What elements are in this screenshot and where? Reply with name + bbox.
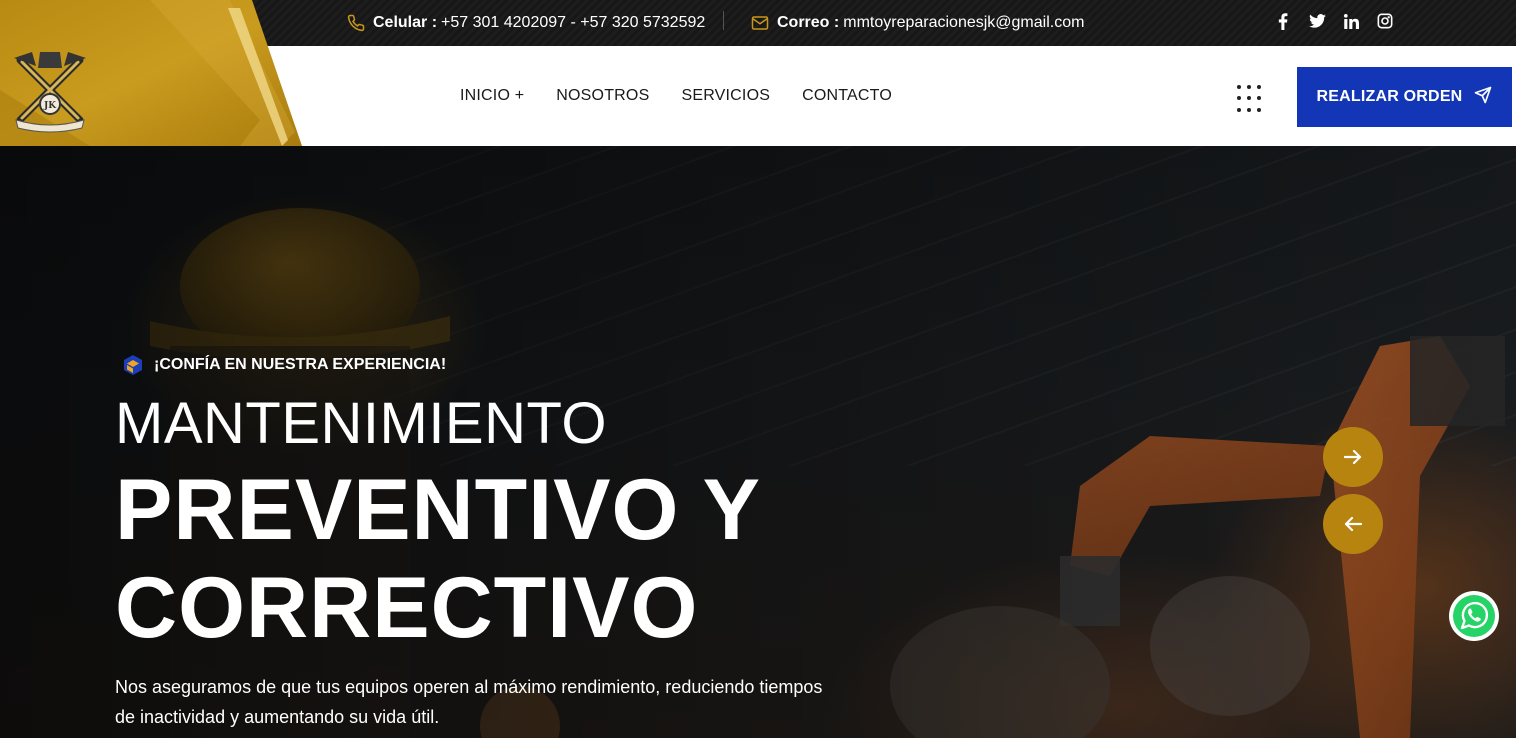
nav-item-servicios[interactable]: SERVICIOS	[681, 87, 770, 105]
dot	[1257, 107, 1261, 112]
email-label: Correo :	[777, 14, 840, 31]
dots-menu-icon[interactable]	[1237, 85, 1265, 113]
phone-value[interactable]: +57 301 4202097 - +57 320 5732592	[441, 14, 705, 32]
dot	[1247, 96, 1251, 101]
dot	[1247, 85, 1251, 89]
dot	[1257, 85, 1261, 89]
phone-icon	[347, 14, 365, 32]
svg-text:JK: JK	[43, 101, 57, 111]
hero-description: Nos aseguramos de que tus equipos operen…	[115, 677, 823, 727]
nav-item-nosotros[interactable]: NOSOTROS	[556, 87, 649, 105]
hero-title-line3: CORRECTIVO	[115, 560, 699, 656]
arrow-right-icon	[1344, 450, 1362, 464]
instagram-icon[interactable]	[1368, 13, 1402, 29]
main-nav: INICIO + NOSOTROS SERVICIOS CONTACTO	[460, 46, 892, 146]
topbar-divider	[723, 11, 724, 30]
nav-item-inicio[interactable]: INICIO +	[460, 87, 524, 105]
company-logo[interactable]: JK	[10, 48, 90, 134]
mail-icon	[751, 15, 769, 31]
slider-next-button[interactable]	[1323, 427, 1383, 487]
phone-contact[interactable]: Celular : +57 301 4202097 - +57 320 5732…	[347, 0, 705, 46]
order-button-label: REALIZAR ORDEN	[1316, 88, 1463, 105]
social-links	[1266, 0, 1402, 42]
order-button[interactable]: REALIZAR ORDEN	[1297, 67, 1512, 127]
whatsapp-icon[interactable]	[1448, 590, 1500, 642]
tagline-badge-icon	[124, 355, 142, 375]
email-contact[interactable]: Correo : mmtoyreparacionesjk@gmail.com	[751, 0, 1084, 46]
phone-label: Celular :	[373, 14, 438, 31]
hero-title-line1: MANTENIMIENTO	[115, 391, 607, 456]
dot	[1247, 107, 1251, 112]
nav-item-contacto[interactable]: CONTACTO	[802, 87, 892, 105]
dot	[1237, 96, 1241, 101]
twitter-icon[interactable]	[1300, 14, 1334, 28]
dot	[1237, 85, 1241, 89]
arrow-left-icon	[1344, 517, 1362, 531]
hero-tagline: ¡CONFÍA EN NUESTRA EXPERIENCIA!	[122, 354, 446, 376]
tagline-text: ¡CONFÍA EN NUESTRA EXPERIENCIA!	[154, 356, 447, 373]
dot	[1257, 96, 1261, 101]
facebook-icon[interactable]	[1266, 12, 1300, 30]
email-value[interactable]: mmtoyreparacionesjk@gmail.com	[843, 14, 1084, 32]
paper-plane-icon	[1474, 86, 1492, 109]
slider-prev-button[interactable]	[1323, 494, 1383, 554]
hero-title-line2: PREVENTIVO Y	[115, 462, 762, 558]
linkedin-icon[interactable]	[1334, 13, 1368, 29]
dot	[1237, 107, 1241, 112]
